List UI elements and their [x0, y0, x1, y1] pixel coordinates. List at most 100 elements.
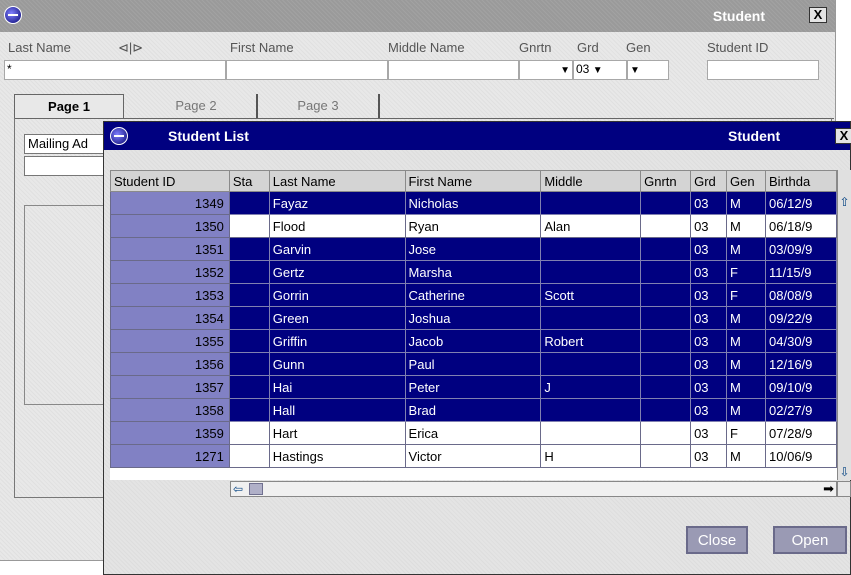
cell-sta[interactable] — [228, 444, 270, 468]
cell-last-name[interactable]: Hall — [268, 398, 406, 422]
cell-student-id[interactable]: 1352 — [110, 260, 230, 284]
cell-first-name[interactable]: Jose — [404, 237, 542, 261]
cell-grd[interactable]: 03 — [690, 191, 728, 215]
cell-gen[interactable]: F — [726, 421, 767, 445]
scroll-right-icon[interactable]: ➡ — [823, 482, 834, 496]
first-name-input[interactable] — [226, 60, 388, 80]
cell-middle[interactable]: Alan — [540, 214, 642, 238]
cell-last-name[interactable]: Flood — [268, 214, 406, 238]
col-header-birthdate[interactable]: Birthda — [765, 170, 837, 192]
vertical-scrollbar[interactable]: ⇧ ⇩ — [837, 170, 851, 480]
cell-student-id[interactable]: 1358 — [110, 398, 230, 422]
cell-gen[interactable]: M — [726, 306, 767, 330]
cell-last-name[interactable]: Hai — [268, 375, 406, 399]
cell-grd[interactable]: 03 — [690, 398, 728, 422]
cell-gnrtn[interactable] — [640, 283, 692, 307]
cell-gen[interactable]: M — [726, 375, 767, 399]
cell-grd[interactable]: 03 — [690, 421, 728, 445]
close-icon[interactable]: X — [809, 7, 827, 23]
cell-sta[interactable] — [228, 398, 270, 422]
cell-last-name[interactable]: Hastings — [268, 444, 406, 468]
cell-grd[interactable]: 03 — [690, 352, 728, 376]
cell-birthdate[interactable]: 11/15/9 — [765, 260, 837, 284]
cell-last-name[interactable]: Gunn — [268, 352, 406, 376]
cell-gnrtn[interactable] — [640, 352, 692, 376]
cell-gnrtn[interactable] — [640, 444, 692, 468]
cell-sta[interactable] — [228, 421, 270, 445]
cell-gnrtn[interactable] — [640, 398, 692, 422]
cell-student-id[interactable]: 1271 — [110, 444, 230, 468]
cell-gnrtn[interactable] — [640, 191, 692, 215]
cell-gen[interactable]: M — [726, 444, 767, 468]
cell-birthdate[interactable]: 12/16/9 — [765, 352, 837, 376]
cell-first-name[interactable]: Catherine — [404, 283, 542, 307]
cell-gen[interactable]: M — [726, 398, 767, 422]
resize-grip[interactable] — [837, 481, 851, 497]
cell-student-id[interactable]: 1354 — [110, 306, 230, 330]
cell-birthdate[interactable]: 06/18/9 — [765, 214, 837, 238]
col-header-first-name[interactable]: First Name — [404, 170, 542, 192]
mailing-address-input[interactable] — [24, 156, 114, 176]
cell-student-id[interactable]: 1353 — [110, 283, 230, 307]
cell-gnrtn[interactable] — [640, 375, 692, 399]
cell-first-name[interactable]: Victor — [404, 444, 542, 468]
cell-last-name[interactable]: Green — [268, 306, 406, 330]
cell-student-id[interactable]: 1356 — [110, 352, 230, 376]
col-header-gen[interactable]: Gen — [726, 170, 767, 192]
cell-grd[interactable]: 03 — [690, 375, 728, 399]
cell-middle[interactable]: Robert — [540, 329, 642, 353]
cell-sta[interactable] — [228, 352, 270, 376]
cell-gen[interactable]: F — [726, 260, 767, 284]
gnrtn-select[interactable]: ▼ — [519, 60, 573, 80]
open-button[interactable]: Open — [773, 526, 847, 554]
table-row[interactable]: 1355 Griffin Jacob Robert 03 M 04/30/9 — [110, 329, 837, 353]
table-row[interactable]: 1271 Hastings Victor H 03 M 10/06/9 — [110, 444, 837, 468]
cell-grd[interactable]: 03 — [690, 237, 728, 261]
cell-student-id[interactable]: 1350 — [110, 214, 230, 238]
col-header-student-id[interactable]: Student ID — [110, 170, 230, 192]
cell-birthdate[interactable]: 03/09/9 — [765, 237, 837, 261]
cell-sta[interactable] — [228, 191, 270, 215]
cell-middle[interactable] — [540, 398, 642, 422]
table-row[interactable]: 1350 Flood Ryan Alan 03 M 06/18/9 — [110, 214, 837, 238]
cell-first-name[interactable]: Jacob — [404, 329, 542, 353]
tab-page-3[interactable]: Page 3 — [258, 94, 380, 118]
cell-middle[interactable] — [540, 306, 642, 330]
cell-gen[interactable]: M — [726, 352, 767, 376]
last-name-input[interactable]: * — [4, 60, 226, 80]
cell-first-name[interactable]: Nicholas — [404, 191, 542, 215]
table-row[interactable]: 1352 Gertz Marsha 03 F 11/15/9 — [110, 260, 837, 284]
cell-first-name[interactable]: Joshua — [404, 306, 542, 330]
cell-grd[interactable]: 03 — [690, 260, 728, 284]
cell-gnrtn[interactable] — [640, 306, 692, 330]
col-header-gnrtn[interactable]: Gnrtn — [640, 170, 692, 192]
close-button[interactable]: Close — [686, 526, 748, 554]
cell-student-id[interactable]: 1359 — [110, 421, 230, 445]
cell-gen[interactable]: M — [726, 214, 767, 238]
cell-gnrtn[interactable] — [640, 421, 692, 445]
cell-gnrtn[interactable] — [640, 237, 692, 261]
col-header-last-name[interactable]: Last Name — [268, 170, 406, 192]
cell-first-name[interactable]: Marsha — [404, 260, 542, 284]
cell-grd[interactable]: 03 — [690, 444, 728, 468]
cell-first-name[interactable]: Peter — [404, 375, 542, 399]
cell-last-name[interactable]: Garvin — [268, 237, 406, 261]
cell-middle[interactable]: J — [540, 375, 642, 399]
student-list-titlebar[interactable]: Student List Student — [104, 122, 850, 150]
cell-last-name[interactable]: Griffin — [268, 329, 406, 353]
cell-last-name[interactable]: Gertz — [268, 260, 406, 284]
tab-page-2[interactable]: Page 2 — [136, 94, 258, 118]
table-row[interactable]: 1358 Hall Brad 03 M 02/27/9 — [110, 398, 837, 422]
cell-student-id[interactable]: 1351 — [110, 237, 230, 261]
last-name-sort-arrows-icon[interactable]: ⊲|⊳ — [118, 40, 143, 56]
middle-name-input[interactable] — [388, 60, 519, 80]
table-row[interactable]: 1354 Green Joshua 03 M 09/22/9 — [110, 306, 837, 330]
cell-birthdate[interactable]: 04/30/9 — [765, 329, 837, 353]
table-row[interactable]: 1356 Gunn Paul 03 M 12/16/9 — [110, 352, 837, 376]
table-row[interactable]: 1349 Fayaz Nicholas 03 M 06/12/9 — [110, 191, 837, 215]
cell-middle[interactable] — [540, 191, 642, 215]
grd-select[interactable]: 03 ▼ — [573, 60, 627, 80]
table-row[interactable]: 1353 Gorrin Catherine Scott 03 F 08/08/9 — [110, 283, 837, 307]
cell-middle[interactable] — [540, 352, 642, 376]
cell-gen[interactable]: M — [726, 191, 767, 215]
